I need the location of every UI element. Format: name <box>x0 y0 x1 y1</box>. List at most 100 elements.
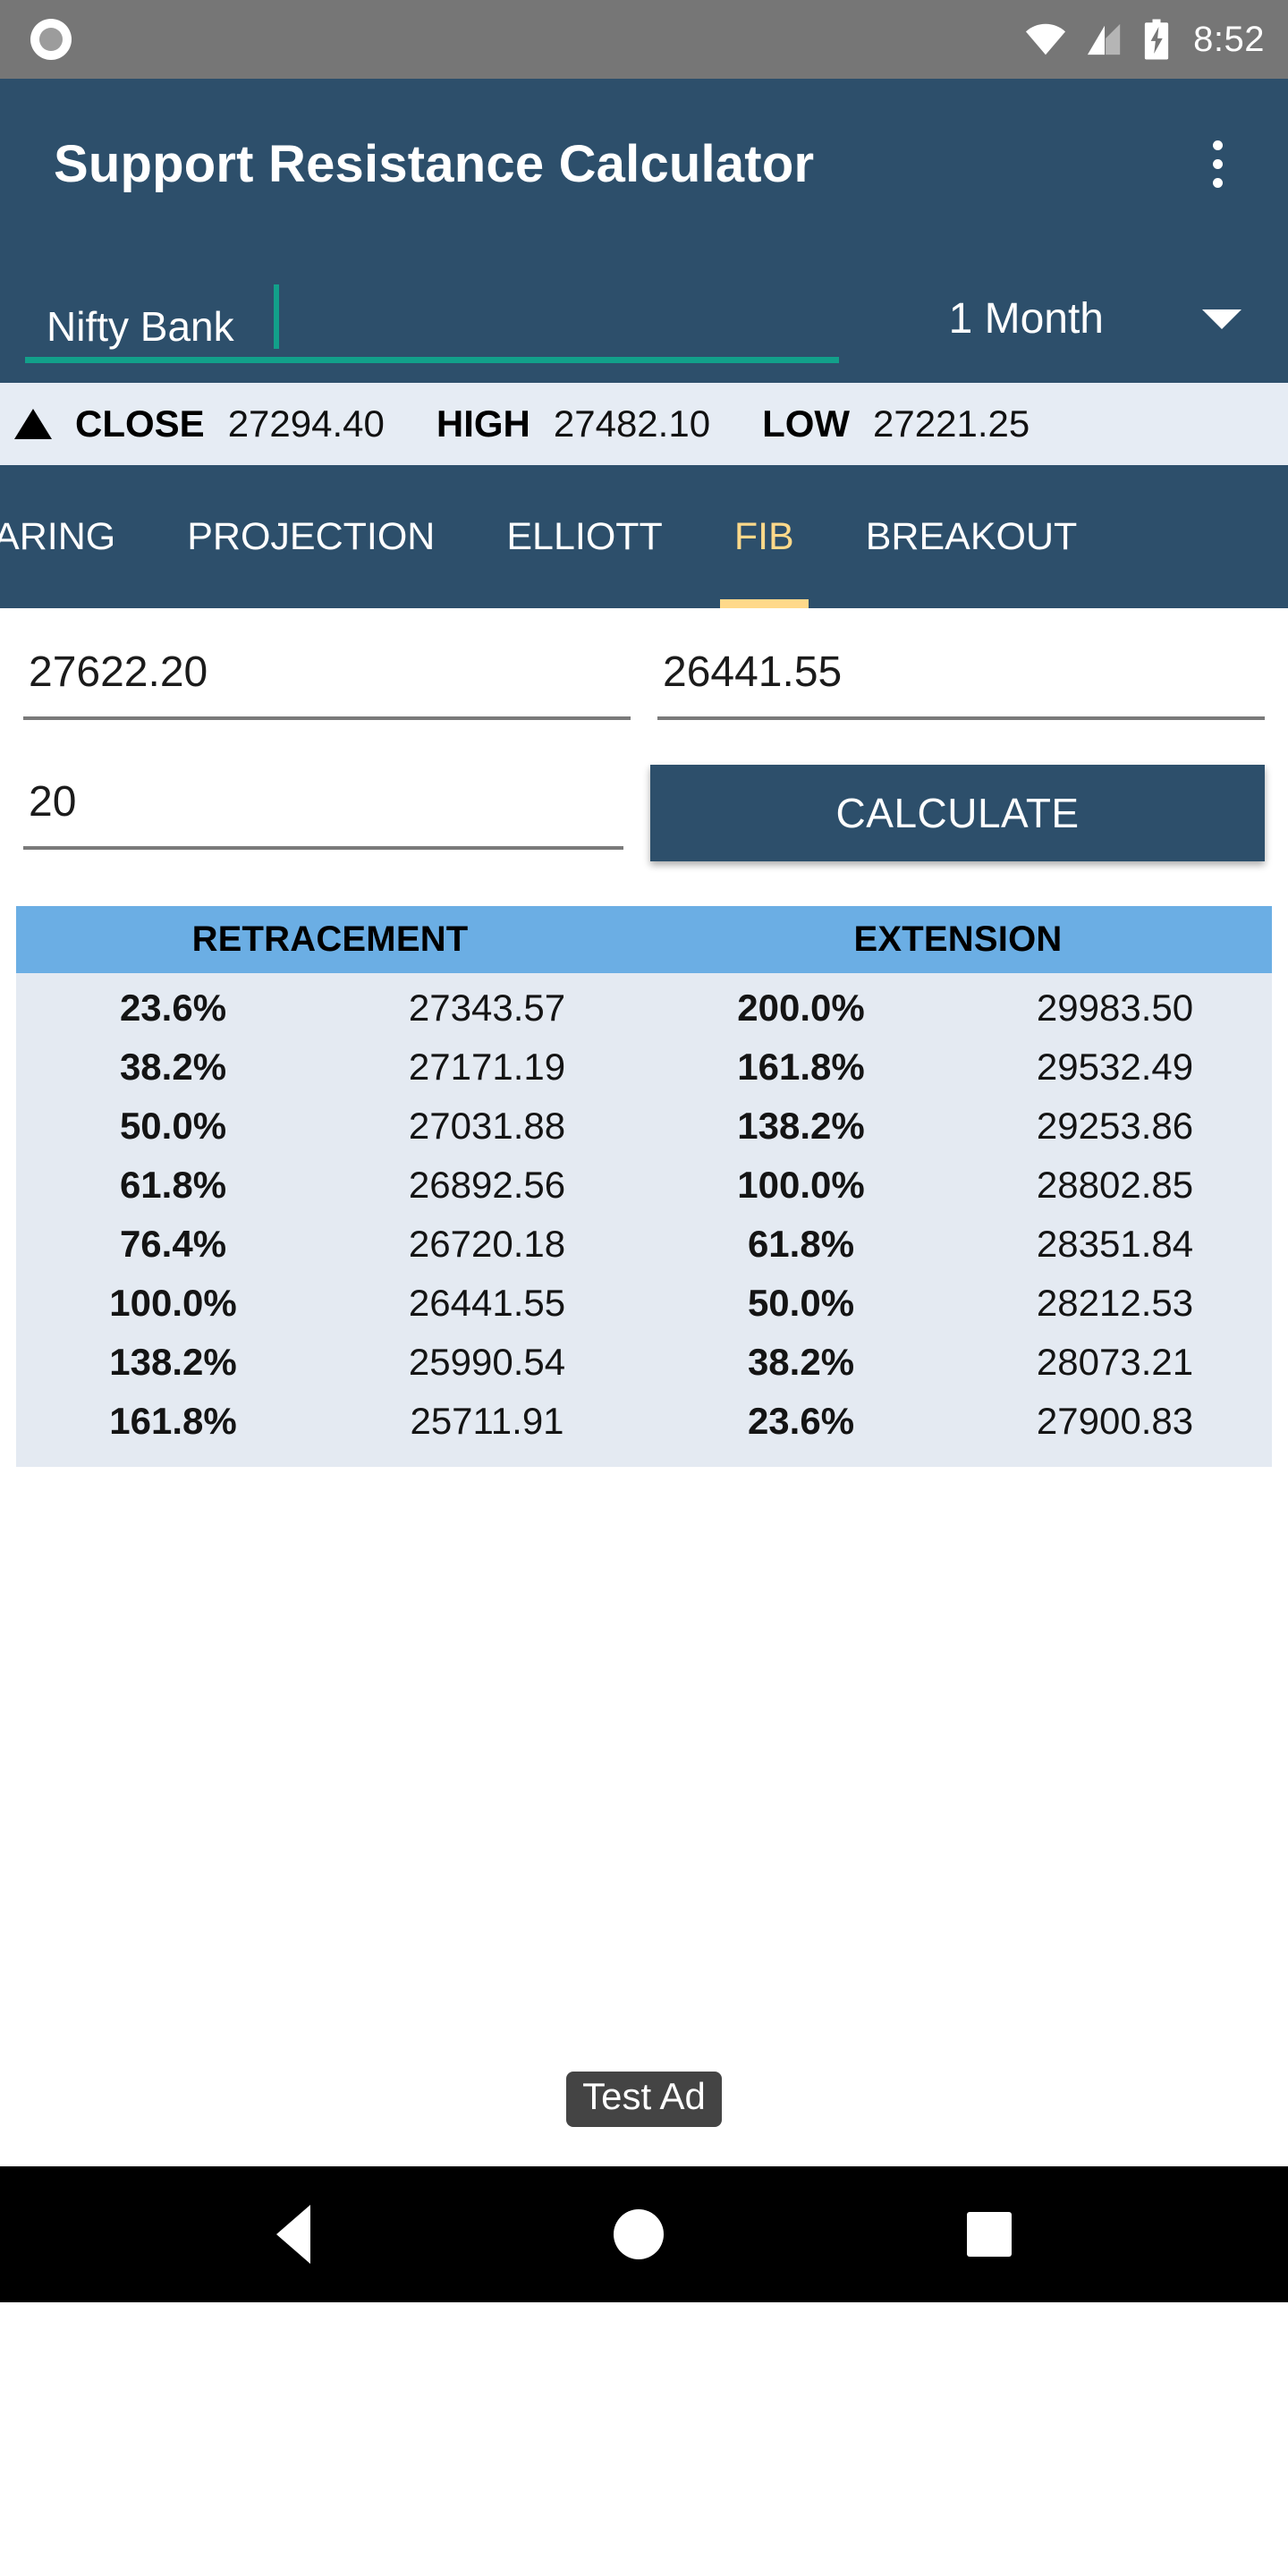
extension-value: 29532.49 <box>1036 1046 1194 1088</box>
symbol-period-row: 1 Month <box>0 249 1288 383</box>
table-row: 38.2% 27171.19 161.8% 29532.49 <box>16 1038 1272 1097</box>
app-bar-top-row: Support Resistance Calculator <box>0 79 1288 249</box>
retracement-value: 26720.18 <box>408 1223 566 1265</box>
trend-up-icon <box>14 409 52 439</box>
tab-label: FIB <box>733 514 794 558</box>
table-row: 50.0% 27031.88 138.2% 29253.86 <box>16 1097 1272 1156</box>
low-value: 27221.25 <box>873 402 1030 445</box>
retracement-percent: 23.6% <box>119 987 227 1029</box>
tab-label: PROJECTION <box>187 514 436 558</box>
close-value: 27294.40 <box>227 402 385 445</box>
battery-charging-icon <box>1143 19 1170 60</box>
retracement-value: 26892.56 <box>408 1164 566 1206</box>
table-row: 138.2% 25990.54 38.2% 28073.21 <box>16 1333 1272 1392</box>
table-row: 100.0% 26441.55 50.0% 28212.53 <box>16 1274 1272 1333</box>
tab-label: BREAKOUT <box>865 514 1078 558</box>
symbol-field-underline <box>25 357 839 363</box>
field-underline <box>23 716 631 720</box>
home-icon[interactable] <box>613 2209 664 2259</box>
extension-percent: 61.8% <box>747 1223 855 1265</box>
wifi-icon <box>1025 21 1066 57</box>
retracement-percent: 50.0% <box>119 1105 227 1147</box>
period-selected-label: 1 Month <box>948 295 1104 343</box>
retracement-percent: 76.4% <box>119 1223 227 1265</box>
page-title: Support Resistance Calculator <box>54 134 815 193</box>
overflow-dot <box>1212 177 1223 188</box>
high-price-input[interactable] <box>23 648 631 711</box>
extension-value: 28351.84 <box>1036 1223 1194 1265</box>
table-row: 61.8% 26892.56 100.0% 28802.85 <box>16 1156 1272 1215</box>
extension-percent: 100.0% <box>737 1164 865 1206</box>
retracement-value: 25711.91 <box>410 1400 564 1442</box>
calculate-button[interactable]: CALCULATE <box>650 765 1265 861</box>
close-label: CLOSE <box>75 402 205 445</box>
table-row: 76.4% 26720.18 61.8% 28351.84 <box>16 1215 1272 1274</box>
tab-fib[interactable]: FIB <box>699 465 830 608</box>
symbol-field-wrapper <box>25 284 839 363</box>
retracement-percent: 38.2% <box>119 1046 227 1088</box>
content-area: CALCULATE RETRACEMENT EXTENSION 23.6% 27… <box>0 608 1288 2166</box>
recents-icon[interactable] <box>966 2212 1012 2257</box>
extension-percent: 200.0% <box>737 987 865 1029</box>
cellular-signal-icon <box>1086 21 1123 57</box>
extension-percent: 50.0% <box>747 1282 855 1324</box>
ad-banner[interactable]: Test Ad <box>0 2032 1288 2166</box>
table-row: 23.6% 27343.57 200.0% 29983.50 <box>16 979 1272 1038</box>
overflow-dot <box>1212 158 1223 169</box>
android-navigation-bar[interactable] <box>0 2166 1288 2302</box>
extension-percent: 38.2% <box>747 1341 855 1383</box>
retracement-value: 26441.55 <box>408 1282 566 1324</box>
table-row: 161.8% 25711.91 23.6% 27900.83 <box>16 1392 1272 1451</box>
symbol-input[interactable] <box>25 302 839 363</box>
extension-percent: 161.8% <box>737 1046 865 1088</box>
retracement-value: 27343.57 <box>408 987 566 1029</box>
retracement-value: 27171.19 <box>408 1046 566 1088</box>
chevron-down-icon <box>1202 309 1241 329</box>
high-label: HIGH <box>436 402 530 445</box>
status-bar-left <box>30 19 72 60</box>
ad-label: Test Ad <box>566 2071 722 2128</box>
tab-label: UARING <box>0 514 116 558</box>
low-label: LOW <box>762 402 851 445</box>
low-price-input[interactable] <box>657 648 1265 711</box>
retracement-value: 25990.54 <box>408 1341 566 1383</box>
results-table: RETRACEMENT EXTENSION 23.6% 27343.57 200… <box>0 906 1288 1467</box>
extension-header: EXTENSION <box>853 919 1063 959</box>
overflow-dot <box>1212 140 1223 150</box>
status-bar-right: 8:52 <box>1025 19 1265 60</box>
back-icon[interactable] <box>276 2205 311 2264</box>
levels-field <box>23 776 624 850</box>
status-bar: 8:52 <box>0 0 1288 79</box>
retracement-percent: 100.0% <box>109 1282 237 1324</box>
input-row-top <box>23 648 1265 720</box>
tab-indicator <box>719 599 809 608</box>
app-bar: Support Resistance Calculator 1 Month <box>0 79 1288 383</box>
field-underline <box>23 845 624 850</box>
tab-squaring[interactable]: UARING <box>0 465 151 608</box>
field-underline <box>657 716 1265 720</box>
retracement-header: RETRACEMENT <box>191 919 469 959</box>
extension-value: 28212.53 <box>1036 1282 1194 1324</box>
retracement-value: 27031.88 <box>408 1105 566 1147</box>
input-row-bottom: CALCULATE <box>23 765 1265 861</box>
tab-projection[interactable]: PROJECTION <box>151 465 470 608</box>
extension-percent: 138.2% <box>737 1105 865 1147</box>
extension-value: 28802.85 <box>1036 1164 1194 1206</box>
status-bar-clock: 8:52 <box>1193 19 1265 59</box>
retracement-percent: 138.2% <box>109 1341 237 1383</box>
period-dropdown[interactable]: 1 Month <box>839 294 1288 363</box>
overflow-menu-icon[interactable] <box>1186 123 1249 204</box>
text-cursor <box>274 284 279 349</box>
extension-value: 27900.83 <box>1036 1400 1194 1442</box>
levels-input[interactable] <box>23 776 624 841</box>
tab-breakout[interactable]: BREAKOUT <box>830 465 1114 608</box>
low-price-field <box>657 648 1265 720</box>
high-price-field <box>23 648 631 720</box>
quote-strip: CLOSE 27294.40 HIGH 27482.10 LOW 27221.2… <box>0 383 1288 465</box>
tab-bar[interactable]: UARING PROJECTION ELLIOTT FIB BREAKOUT <box>0 465 1288 608</box>
extension-percent: 23.6% <box>747 1400 855 1442</box>
table-body: 23.6% 27343.57 200.0% 29983.50 38.2% 271… <box>16 973 1272 1467</box>
table-header-row: RETRACEMENT EXTENSION <box>16 906 1272 973</box>
retracement-percent: 161.8% <box>109 1400 237 1442</box>
tab-elliott[interactable]: ELLIOTT <box>470 465 698 608</box>
